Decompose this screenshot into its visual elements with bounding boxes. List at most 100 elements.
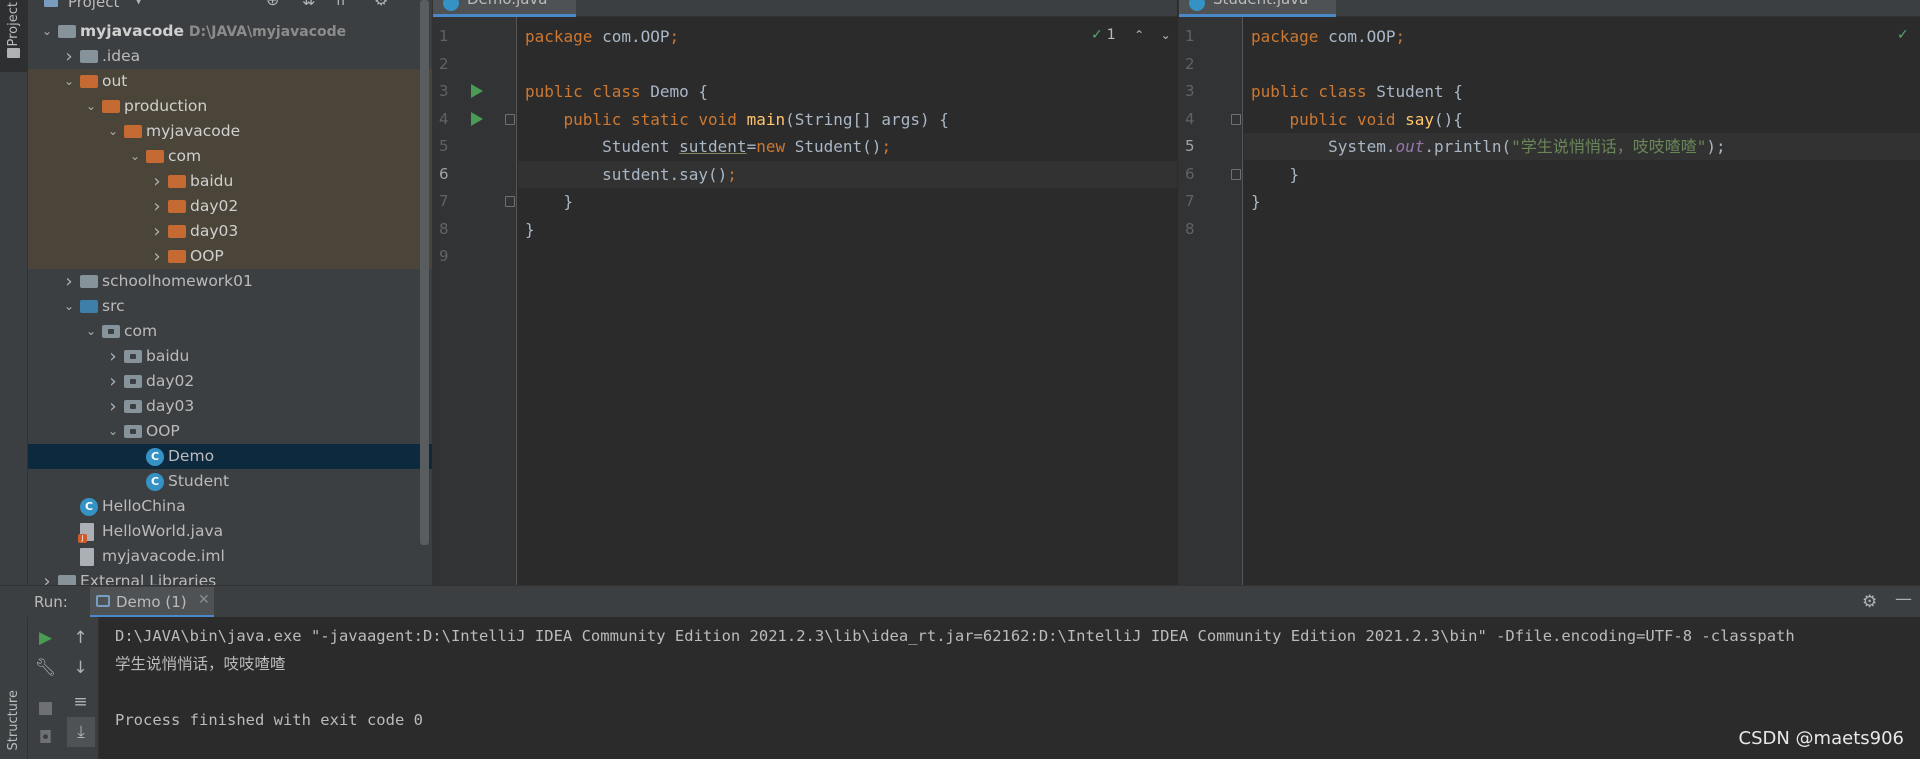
tree-item-oop[interactable]: ⌄ OOP: [28, 419, 432, 444]
code-area[interactable]: package com.OOP; public class Student { p…: [1244, 17, 1920, 585]
chevron-down-icon[interactable]: ⌄: [106, 119, 120, 144]
code-line[interactable]: [1244, 216, 1920, 243]
code-line[interactable]: package com.OOP;: [1244, 23, 1920, 50]
code-line[interactable]: System.out.println("学生说悄悄话，吱吱喳喳");: [1244, 133, 1920, 160]
gear-icon[interactable]: ⚙: [374, 0, 388, 9]
tree-item-com[interactable]: ⌄ com: [28, 319, 432, 344]
chevron-right-icon[interactable]: ›: [150, 194, 164, 219]
chevron-right-icon[interactable]: ›: [150, 244, 164, 269]
chevron-down-icon[interactable]: ⌄: [40, 19, 54, 44]
package-icon: [124, 350, 142, 363]
next-highlight-icon[interactable]: ⌄: [1161, 28, 1171, 42]
previous-highlight-icon[interactable]: ⌃: [1134, 28, 1144, 42]
rerun-icon[interactable]: ▶: [28, 623, 63, 653]
scroll-to-end-icon[interactable]: ⤓: [67, 717, 95, 747]
code-line[interactable]: }: [1244, 161, 1920, 188]
project-scrollbar[interactable]: [420, 0, 429, 545]
close-icon[interactable]: ✕: [198, 592, 210, 608]
tab-demo-java[interactable]: Demo.java ✕: [433, 0, 576, 17]
code-line[interactable]: Student sutdent=new Student();: [518, 133, 1177, 160]
tree-item-com[interactable]: ⌄ com: [28, 144, 432, 169]
tree-item-student[interactable]: C Student: [28, 469, 432, 494]
fold-marker-icon[interactable]: [1231, 113, 1241, 125]
tree-item-myjavacode[interactable]: ⌄ myjavacode: [28, 119, 432, 144]
chevron-right-icon[interactable]: ›: [106, 394, 120, 419]
code-line[interactable]: public static void main(String[] args) {: [518, 106, 1177, 133]
chevron-right-icon[interactable]: ›: [150, 219, 164, 244]
chevron-down-icon[interactable]: ⌄: [84, 94, 98, 119]
chevron-right-icon[interactable]: ›: [150, 169, 164, 194]
tree-item-hellochina[interactable]: C HelloChina: [28, 494, 432, 519]
tree-item-label: day02: [190, 197, 239, 215]
run-gutter-icon[interactable]: [471, 111, 483, 126]
chevron-down-icon[interactable]: ⌄: [128, 144, 142, 169]
line-number: 9: [439, 247, 449, 265]
tree-item-label: com: [168, 147, 202, 165]
inspection-widget[interactable]: ✓ 1 ⌃ ⌄: [1091, 27, 1171, 43]
code-line[interactable]: sutdent.say();: [518, 160, 1177, 188]
tree-item-day03[interactable]: › day03: [28, 394, 432, 419]
code-line[interactable]: [518, 243, 1177, 270]
wrench-icon[interactable]: 🔧︎: [28, 653, 63, 683]
camera-icon[interactable]: ◘: [28, 723, 63, 753]
tree-item-myjavacode-iml[interactable]: myjavacode.iml: [28, 544, 432, 569]
tree-item-oop[interactable]: › OOP: [28, 244, 432, 269]
code-area[interactable]: package com.OOP; public class Demo { publ…: [518, 17, 1177, 585]
code-line[interactable]: public class Student {: [1244, 78, 1920, 105]
tree-item-baidu[interactable]: › baidu: [28, 169, 432, 194]
expand-all-icon[interactable]: ⇊: [302, 0, 315, 9]
code-line[interactable]: package com.OOP;: [518, 23, 1177, 50]
fold-marker-icon[interactable]: [1231, 168, 1241, 180]
up-arrow-icon[interactable]: ↑: [63, 623, 98, 653]
tree-item-demo[interactable]: C Demo: [28, 444, 432, 469]
stop-icon[interactable]: ■: [28, 693, 63, 723]
project-tool-tab[interactable]: Project: [0, 0, 28, 72]
tree-item-myjavacode[interactable]: ⌄ myjavacode D:\JAVA\myjavacode: [28, 19, 432, 44]
tree-item-out[interactable]: ⌄ out: [28, 69, 432, 94]
chevron-right-icon[interactable]: ›: [40, 569, 54, 585]
java-file-icon: [78, 523, 94, 543]
code-line[interactable]: }: [518, 216, 1177, 243]
code-line[interactable]: }: [518, 188, 1177, 215]
locate-icon[interactable]: ⊕: [266, 0, 279, 9]
hide-panel-icon[interactable]: —: [1895, 589, 1912, 609]
tree-item-production[interactable]: ⌄ production: [28, 94, 432, 119]
soft-wrap-icon[interactable]: ≡: [63, 687, 98, 717]
code-line[interactable]: }: [1244, 188, 1920, 215]
tree-item-helloworld-java[interactable]: HelloWorld.java: [28, 519, 432, 544]
chevron-right-icon[interactable]: ›: [62, 269, 76, 294]
tree-item-baidu[interactable]: › baidu: [28, 344, 432, 369]
code-line[interactable]: public void say(){: [1244, 106, 1920, 133]
tree-item-day02[interactable]: › day02: [28, 369, 432, 394]
chevron-down-icon[interactable]: ⌄: [62, 69, 76, 94]
tree-item-label: Demo: [168, 447, 215, 465]
fold-marker-icon[interactable]: [505, 196, 515, 207]
down-arrow-icon[interactable]: ↓: [63, 653, 98, 683]
run-tab-demo[interactable]: Demo (1) ✕: [90, 587, 214, 618]
chevron-down-icon[interactable]: ⌄: [106, 419, 120, 444]
project-panel-title[interactable]: Project: [68, 0, 119, 11]
console-output[interactable]: D:\JAVA\bin\java.exe "-javaagent:D:\Inte…: [99, 617, 1920, 759]
chevron-right-icon[interactable]: ›: [106, 344, 120, 369]
tree-item-day02[interactable]: › day02: [28, 194, 432, 219]
collapse-all-icon[interactable]: ⇈: [334, 0, 347, 9]
gear-icon[interactable]: ⚙: [1862, 592, 1877, 612]
tree-item--idea[interactable]: › .idea: [28, 44, 432, 69]
fold-marker-icon[interactable]: [505, 113, 515, 125]
code-line[interactable]: public class Demo {: [518, 78, 1177, 105]
run-gutter-icon[interactable]: [471, 84, 483, 98]
tree-item-external-libraries[interactable]: › External Libraries: [28, 569, 432, 585]
chevron-down-icon[interactable]: ⌄: [84, 319, 98, 344]
tree-item-src[interactable]: ⌄ src: [28, 294, 432, 319]
code-line[interactable]: [518, 51, 1177, 78]
chevron-right-icon[interactable]: ›: [62, 44, 76, 69]
code-line[interactable]: [1244, 51, 1920, 78]
chevron-down-icon[interactable]: ⌄: [62, 294, 76, 319]
tree-item-schoolhomework01[interactable]: › schoolhomework01: [28, 269, 432, 294]
chevron-down-icon[interactable]: ▼: [134, 0, 143, 6]
structure-tool-tab[interactable]: Structure: [0, 690, 28, 759]
inspection-widget[interactable]: ✓: [1897, 27, 1909, 43]
tree-item-day03[interactable]: › day03: [28, 219, 432, 244]
tab-student-java[interactable]: Student.java ✕: [1179, 0, 1337, 17]
chevron-right-icon[interactable]: ›: [106, 369, 120, 394]
